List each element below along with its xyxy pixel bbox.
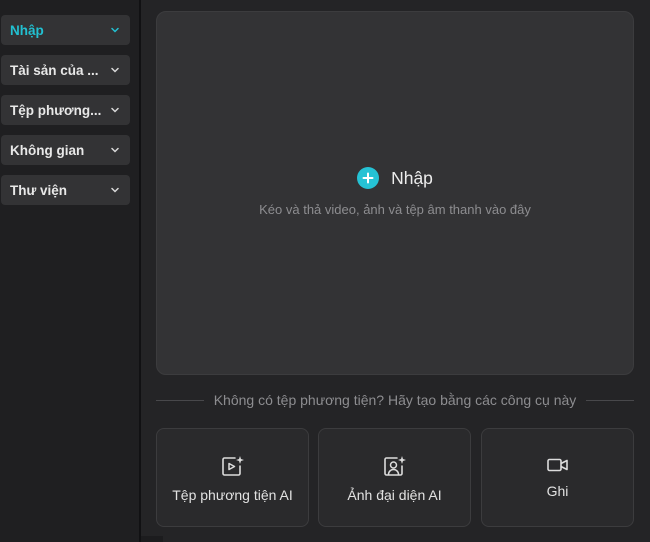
- sidebar-item-space[interactable]: Không gian: [1, 135, 130, 165]
- tool-label: Tệp phương tiện AI: [172, 487, 293, 503]
- tool-label: Ghi: [546, 483, 569, 499]
- sidebar-item-library[interactable]: Thư viện: [1, 175, 130, 205]
- main-panel: Nhập Kéo và thả video, ảnh và tệp âm tha…: [141, 0, 650, 542]
- app-window: Nhập Tài sản của ... Tệp phương... Không…: [0, 0, 650, 542]
- divider-line: [156, 399, 204, 401]
- ai-media-button[interactable]: Tệp phương tiện AI: [156, 428, 309, 527]
- import-action[interactable]: Nhập: [157, 167, 633, 189]
- scrollbar-stub: [141, 536, 163, 542]
- empty-media-text: Không có tệp phương tiện? Hãy tạo bằng c…: [213, 392, 577, 408]
- empty-media-divider: Không có tệp phương tiện? Hãy tạo bằng c…: [156, 390, 635, 410]
- sidebar-item-my-assets[interactable]: Tài sản của ...: [1, 55, 130, 85]
- chevron-down-icon: [110, 65, 120, 75]
- record-camera-icon: [482, 455, 633, 475]
- chevron-down-icon: [110, 185, 120, 195]
- sidebar-item-label: Không gian: [10, 142, 85, 158]
- import-dropzone[interactable]: Nhập Kéo và thả video, ảnh và tệp âm tha…: [156, 11, 634, 375]
- ai-media-icon: [157, 455, 308, 477]
- chevron-down-icon: [110, 105, 120, 115]
- chevron-down-icon: [110, 25, 120, 35]
- sidebar-item-label: Tệp phương...: [10, 102, 102, 118]
- import-title: Nhập: [391, 167, 433, 188]
- divider-line: [586, 399, 635, 401]
- import-hint: Kéo và thả video, ảnh và tệp âm thanh và…: [259, 202, 531, 217]
- tool-label: Ảnh đại diện AI: [347, 487, 442, 503]
- sidebar-item-media-files[interactable]: Tệp phương...: [1, 95, 130, 125]
- ai-avatar-button[interactable]: Ảnh đại diện AI: [318, 428, 471, 527]
- sidebar-item-import[interactable]: Nhập: [1, 15, 130, 45]
- record-button[interactable]: Ghi: [481, 428, 634, 527]
- sidebar-item-label: Nhập: [10, 22, 44, 38]
- sidebar-item-label: Thư viện: [10, 182, 68, 198]
- ai-avatar-icon: [319, 455, 470, 477]
- plus-icon: [357, 167, 380, 189]
- sidebar-item-label: Tài sản của ...: [10, 62, 99, 78]
- sidebar: Nhập Tài sản của ... Tệp phương... Không…: [0, 0, 139, 542]
- chevron-down-icon: [110, 145, 120, 155]
